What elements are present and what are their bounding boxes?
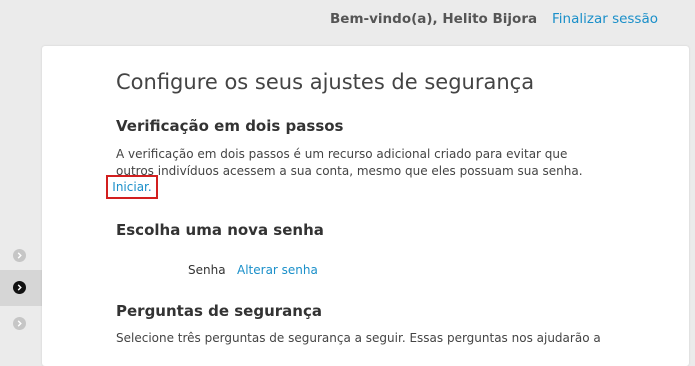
page-title: Configure os seus ajustes de segurança: [116, 70, 535, 94]
chevron-right-icon[interactable]: [13, 249, 26, 262]
two-step-heading: Verificação em dois passos: [116, 117, 344, 135]
welcome-text: Bem-vindo(a), Helito Bijora: [330, 11, 538, 27]
two-step-description: A verificação em dois passos é um recurs…: [116, 147, 583, 178]
logout-link[interactable]: Finalizar sessão: [552, 11, 658, 27]
chevron-right-icon[interactable]: [13, 317, 26, 330]
chevron-right-icon: [13, 281, 26, 294]
security-questions-description: Selecione três perguntas de segurança a …: [116, 331, 601, 345]
new-password-heading: Escolha uma nova senha: [116, 221, 324, 239]
top-bar: Bem-vindo(a), Helito Bijora Finalizar se…: [0, 0, 695, 40]
password-label: Senha: [188, 263, 226, 277]
start-two-step-link[interactable]: Iniciar.: [106, 175, 158, 199]
left-nav: [0, 46, 42, 350]
security-questions-heading: Perguntas de segurança: [116, 302, 322, 320]
change-password-link[interactable]: Alterar senha: [237, 263, 318, 277]
nav-item-active[interactable]: [0, 270, 42, 306]
